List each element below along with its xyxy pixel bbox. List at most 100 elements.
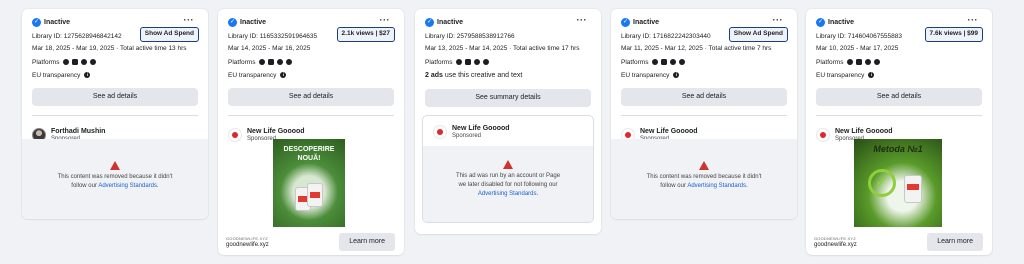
removed-notice: This ad was run by an account or Page we… — [423, 146, 593, 222]
removed-text-line1: This ad was run by an account or Page — [455, 173, 561, 179]
avatar[interactable] — [433, 125, 447, 139]
removed-text-line2: follow our Advertising Standards. — [611, 182, 797, 191]
creative-headline: DESCOPERIRE NOUĂ! — [283, 146, 335, 162]
removed-text-suffix: . — [157, 183, 159, 189]
more-dots-icon[interactable]: ··· — [577, 16, 588, 25]
run-dates: Mar 18, 2025 - Mar 19, 2025 · Total acti… — [32, 45, 187, 52]
platforms-row: Platforms — [425, 57, 591, 67]
status-row: ✓ Inactive — [425, 17, 591, 28]
learn-more-button[interactable]: Learn more — [927, 233, 983, 251]
check-circle-icon: ✓ — [228, 18, 237, 27]
advertising-standards-link[interactable]: Advertising Standards — [478, 191, 537, 197]
advertiser-name[interactable]: New Life Gooood — [640, 128, 698, 135]
domain-caption: GOODNEWLIFE.XYZ — [226, 236, 268, 241]
ad-creative-image[interactable]: DESCOPERIRE NOUĂ! — [273, 139, 345, 227]
learn-more-button[interactable]: Learn more — [339, 233, 395, 251]
info-icon[interactable]: i — [673, 72, 680, 78]
platforms-row: Platforms — [816, 57, 982, 67]
divider — [621, 115, 787, 116]
removed-text-line3: Advertising Standards. — [423, 190, 593, 199]
eu-row: EU transparency i — [816, 70, 982, 80]
removed-text-line2: we later disabled for not following our — [458, 182, 558, 188]
eu-transparency-label: EU transparency — [32, 71, 81, 79]
messenger-icon — [286, 59, 293, 65]
advertiser-name[interactable]: New Life Gooood — [247, 128, 305, 135]
info-icon[interactable]: i — [84, 72, 91, 78]
removed-notice: This content was removed because it didn… — [22, 139, 208, 219]
status-label: Inactive — [633, 19, 660, 26]
info-icon[interactable]: i — [280, 72, 287, 78]
status-label: Inactive — [828, 19, 855, 26]
ad-card-1: ✓ Inactive ··· Library ID: 1275628946842… — [22, 9, 208, 219]
audience-network-icon — [865, 59, 872, 65]
divider — [32, 115, 198, 116]
eu-transparency-label: EU transparency — [228, 71, 277, 79]
info-icon[interactable]: i — [868, 72, 875, 78]
removed-text-line1: This content was removed because it didn… — [57, 174, 173, 180]
creative-headline: Metoda №1 — [873, 144, 923, 154]
domain-caption: GOODNEWLIFE.XYZ — [814, 236, 856, 241]
platforms-label: Platforms — [425, 58, 453, 66]
more-dots-icon[interactable]: ··· — [184, 16, 195, 25]
views-spend-button[interactable]: 7.6k views | $99 — [924, 27, 983, 42]
check-circle-icon: ✓ — [816, 18, 825, 27]
ad-footer: GOODNEWLIFE.XYZ goodnewlife.xyz Learn mo… — [218, 229, 404, 255]
show-ad-spend-button[interactable]: Show Ad Spend — [139, 27, 199, 42]
advertising-standards-link[interactable]: Advertising Standards — [98, 183, 157, 189]
facebook-icon — [456, 59, 463, 65]
ad-creative-image[interactable]: Metoda №1 ✓ — [854, 139, 942, 227]
views-spend-button[interactable]: 2.1k views | $27 — [336, 27, 395, 42]
product-bottle — [904, 175, 922, 203]
removed-notice: This content was removed because it didn… — [611, 139, 797, 219]
divider — [228, 115, 394, 116]
messenger-icon — [90, 59, 97, 65]
removed-text-prefix: follow our — [660, 183, 688, 189]
advertiser-name[interactable]: Forthadi Mushin — [51, 128, 105, 135]
avatar[interactable] — [228, 128, 242, 142]
removed-text-suffix: . — [746, 183, 748, 189]
more-dots-icon[interactable]: ··· — [968, 16, 979, 25]
advertiser-row: New Life Gooood Sponsored — [423, 116, 593, 142]
facebook-icon — [847, 59, 854, 65]
more-dots-icon[interactable]: ··· — [773, 16, 784, 25]
more-dots-icon[interactable]: ··· — [380, 16, 391, 25]
see-summary-details-button[interactable]: See summary details — [425, 89, 591, 107]
ad-preview-box: New Life Gooood Sponsored This ad was ru… — [422, 115, 594, 223]
ad-card-4: ✓ Inactive ··· Library ID: 1716822242303… — [611, 9, 797, 219]
eu-transparency-label: EU transparency — [621, 71, 670, 79]
instagram-icon — [72, 59, 79, 65]
run-dates: Mar 10, 2025 - Mar 17, 2025 — [816, 45, 899, 52]
run-dates: Mar 13, 2025 - Mar 14, 2025 · Total acti… — [425, 45, 580, 52]
instagram-icon — [661, 59, 668, 65]
check-circle-icon: ✓ — [425, 18, 434, 27]
platforms-label: Platforms — [621, 58, 649, 66]
see-ad-details-button[interactable]: See ad details — [816, 88, 982, 106]
removed-text-suffix: . — [536, 191, 539, 197]
audience-network-icon — [277, 59, 284, 65]
domain-url: goodnewlife.xyz — [226, 242, 269, 248]
avatar[interactable] — [816, 128, 830, 142]
run-dates: Mar 14, 2025 - Mar 16, 2025 — [228, 45, 311, 52]
check-circle-icon: ✓ — [32, 18, 41, 27]
see-ad-details-button[interactable]: See ad details — [228, 88, 394, 106]
status-label: Inactive — [437, 19, 464, 26]
show-ad-spend-button[interactable]: Show Ad Spend — [728, 27, 788, 42]
instagram-icon — [465, 59, 472, 65]
divider — [816, 115, 982, 116]
status-label: Inactive — [240, 19, 267, 26]
see-ad-details-button[interactable]: See ad details — [621, 88, 787, 106]
eu-row: EU transparency i — [32, 70, 198, 80]
advertising-standards-link[interactable]: Advertising Standards — [687, 183, 746, 189]
audience-network-icon — [670, 59, 677, 65]
messenger-icon — [679, 59, 686, 65]
facebook-icon — [259, 59, 266, 65]
multi-ad-text: use this creative and text — [442, 72, 523, 79]
audience-network-icon — [81, 59, 88, 65]
check-circle-icon: ✓ — [621, 18, 630, 27]
see-ad-details-button[interactable]: See ad details — [32, 88, 198, 106]
eu-row: EU transparency i — [228, 70, 394, 80]
run-dates: Mar 11, 2025 - Mar 12, 2025 · Total acti… — [621, 45, 772, 52]
removed-text-line2: follow our Advertising Standards. — [22, 182, 208, 191]
advertiser-name[interactable]: New Life Gooood — [835, 128, 893, 135]
advertiser-name[interactable]: New Life Gooood — [452, 125, 510, 132]
